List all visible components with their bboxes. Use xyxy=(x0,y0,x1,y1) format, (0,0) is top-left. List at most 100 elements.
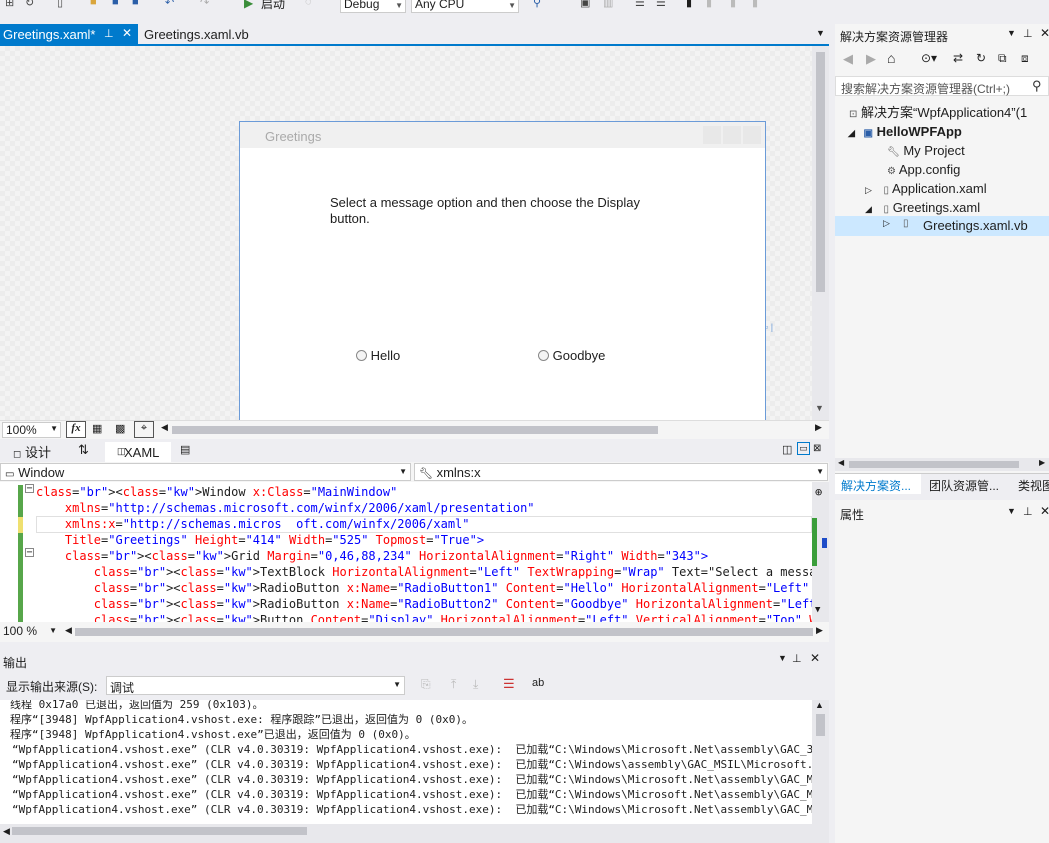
collapse-all-icon[interactable]: ⧉ xyxy=(998,51,1007,66)
code-hscroll-thumb[interactable] xyxy=(75,628,813,636)
scroll-left-icon[interactable]: ◀ xyxy=(161,422,168,433)
close-icon[interactable]: ✕ xyxy=(1040,504,1049,518)
tab-class-view[interactable]: 类视图 xyxy=(1018,477,1049,494)
scroll-thumb[interactable] xyxy=(849,461,1019,468)
xaml-designer-canvas[interactable]: Greetings Select a message option and th… xyxy=(0,46,829,420)
attach-icon[interactable]: ◌ xyxy=(305,0,312,10)
show-all-files-icon[interactable]: ⧈ xyxy=(1021,51,1029,66)
tab-team-explorer[interactable]: 团队资源管... xyxy=(929,477,999,494)
output-text[interactable]: 线程 0x17a0 已退出，返回值为 259 (0x103)。 程序“[3948… xyxy=(0,700,812,824)
scroll-down-icon[interactable]: ▼ xyxy=(815,605,820,615)
horizontal-split-icon[interactable]: ▭ xyxy=(797,442,810,455)
redo2-icon[interactable]: ↷ xyxy=(200,0,209,10)
tree-item-app-config[interactable]: ⚙ App.config xyxy=(887,160,960,179)
element-select[interactable]: ▭ Window ▼ xyxy=(0,463,411,481)
solution-hscrollbar[interactable]: ◀ ▶ xyxy=(835,458,1049,471)
config-select[interactable]: Debug ▼ xyxy=(340,0,406,13)
find-icon[interactable]: ⚲ xyxy=(533,0,541,10)
platform-select[interactable]: Any CPU ▼ xyxy=(411,0,519,13)
expand-icon[interactable]: ⊠ xyxy=(813,443,821,454)
save-icon[interactable]: ■ xyxy=(112,0,119,10)
save-all-icon[interactable]: ■ xyxy=(132,0,139,10)
close-icon[interactable]: ✕ xyxy=(810,651,820,665)
new-icon[interactable]: ⊞ xyxy=(5,0,14,10)
bookmark-icon[interactable]: ▮ xyxy=(686,0,692,10)
scroll-left-icon[interactable]: ◀ xyxy=(3,826,10,837)
swap-panes-icon[interactable]: ⇅ xyxy=(78,442,89,458)
window-icon[interactable]: ▣ xyxy=(580,0,590,10)
split-icon[interactable]: ⊕ xyxy=(815,485,822,499)
vertical-split-icon[interactable]: ◫ xyxy=(782,443,792,456)
tab-greetings-xaml[interactable]: Greetings.xaml* ⊥ ✕ xyxy=(0,24,138,44)
scroll-thumb[interactable] xyxy=(12,827,307,835)
radio-hello[interactable]: Hello xyxy=(356,348,400,363)
scroll-up-icon[interactable]: ▲ xyxy=(815,700,824,710)
next-message-icon[interactable]: ⤓ xyxy=(473,677,478,692)
snap-lines-icon[interactable]: ⌖ xyxy=(134,421,154,438)
bookmark-prev-icon[interactable]: ▮ xyxy=(706,0,712,10)
solution-search-input[interactable]: 搜索解决方案资源管理器(Ctrl+;) ⚲ xyxy=(835,76,1049,96)
start-button[interactable]: 启动 xyxy=(261,0,285,11)
close-icon[interactable]: ✕ xyxy=(122,26,132,40)
word-wrap-icon[interactable]: ab xyxy=(532,677,544,689)
tab-design[interactable]: ◻ 设计 xyxy=(13,442,51,461)
tree-item-application-xaml[interactable]: ▷ ▯ Application.xaml xyxy=(865,179,987,198)
pin-icon[interactable]: ⊥ xyxy=(792,652,802,665)
code-vscrollbar[interactable]: ⊕ ▼ xyxy=(812,482,829,622)
tree-item-my-project[interactable]: 🔧︎ My Project xyxy=(887,141,965,160)
bookmark-clear-icon[interactable]: ▮ xyxy=(752,0,758,10)
sync-icon[interactable]: ⇄ xyxy=(953,51,963,65)
dropdown-icon[interactable]: ▼ xyxy=(1007,506,1016,516)
output-vscrollbar[interactable]: ▲ xyxy=(812,700,829,824)
zoom-select[interactable]: 100% ▼ xyxy=(2,422,61,438)
uncomment-icon[interactable]: ☰ xyxy=(656,0,666,10)
tab-solution-explorer[interactable]: 解决方案资... xyxy=(835,474,921,494)
collapse-pane-icon[interactable]: ▤ xyxy=(180,443,190,456)
pending-changes-icon[interactable]: ⊙▾ xyxy=(921,51,937,65)
vertical-splitter[interactable] xyxy=(829,24,835,843)
pin-icon[interactable]: ⊥ xyxy=(1023,27,1033,40)
pin-icon[interactable]: ⊥ xyxy=(104,27,114,40)
code-zoom-select[interactable]: 100 % ▼ xyxy=(0,624,60,640)
home-icon[interactable]: ⌂ xyxy=(887,50,895,66)
output-hscrollbar[interactable]: ◀ xyxy=(0,824,829,843)
snap-grid-icon[interactable]: ▩ xyxy=(115,422,125,435)
scroll-right-icon[interactable]: ▶ xyxy=(815,422,822,433)
pin-icon[interactable]: ⊥ xyxy=(1023,505,1033,518)
tree-item-project[interactable]: ◢ ▣ HelloWPFApp xyxy=(848,122,962,141)
member-select[interactable]: 🔧︎ xmlns:x ▼ xyxy=(414,463,828,481)
tree-item-greetings-vb[interactable]: ▷ ▯ Greetings.xaml.vb xyxy=(835,216,1049,236)
tab-greetings-xaml-vb[interactable]: Greetings.xaml.vb xyxy=(144,27,249,42)
open-folder-icon[interactable]: ■ xyxy=(90,0,97,10)
bookmark-next-icon[interactable]: ▮ xyxy=(730,0,736,10)
instruction-textblock[interactable]: Select a message option and then choose … xyxy=(330,195,650,227)
close-icon[interactable]: ✕ xyxy=(1040,26,1049,40)
designer-hscroll-thumb[interactable] xyxy=(172,426,658,434)
redo-icon[interactable]: ↻ xyxy=(25,0,34,10)
tab-dropdown-icon[interactable]: ▼ xyxy=(816,28,825,38)
comment-icon[interactable]: ☰ xyxy=(635,0,645,10)
scroll-right-icon[interactable]: ▶ xyxy=(816,625,823,636)
collapse-window-icon[interactable]: − xyxy=(25,484,34,494)
wpf-window-preview[interactable]: Greetings Select a message option and th… xyxy=(239,121,766,420)
scroll-left-icon[interactable]: ◀ xyxy=(65,625,72,636)
designer-vscrollbar[interactable]: ▼ xyxy=(812,46,829,420)
start-icon[interactable]: ▶ xyxy=(244,0,253,10)
xaml-code-editor[interactable]: − − class="br"><class="kw">Window x:Clas… xyxy=(0,482,829,622)
grid-icon[interactable]: ▦ xyxy=(92,422,102,435)
tab-xaml[interactable]: ◫ XAML xyxy=(105,442,171,462)
scroll-right-icon[interactable]: ▶ xyxy=(1039,458,1045,467)
output-source-select[interactable]: 调试 ▼ xyxy=(106,676,405,695)
scroll-thumb[interactable] xyxy=(816,714,825,736)
horizontal-splitter[interactable] xyxy=(0,642,829,650)
tree-item-solution[interactable]: ⊡ 解决方案“WpfApplication4”(1 xyxy=(849,103,1027,122)
undo-icon[interactable]: ↶ xyxy=(165,0,174,10)
tree-item-greetings-xaml[interactable]: ◢ ▯ Greetings.xaml xyxy=(865,198,980,217)
clear-all-icon[interactable]: ☰ xyxy=(503,676,515,692)
prev-message-icon[interactable]: ⤒ xyxy=(451,677,456,692)
refresh-icon[interactable]: ↻ xyxy=(976,51,986,65)
dropdown-icon[interactable]: ▼ xyxy=(1007,28,1016,38)
scroll-left-icon[interactable]: ◀ xyxy=(838,458,844,467)
new-project-icon[interactable]: ▯ xyxy=(57,0,63,10)
fx-icon[interactable]: fx xyxy=(66,421,86,438)
